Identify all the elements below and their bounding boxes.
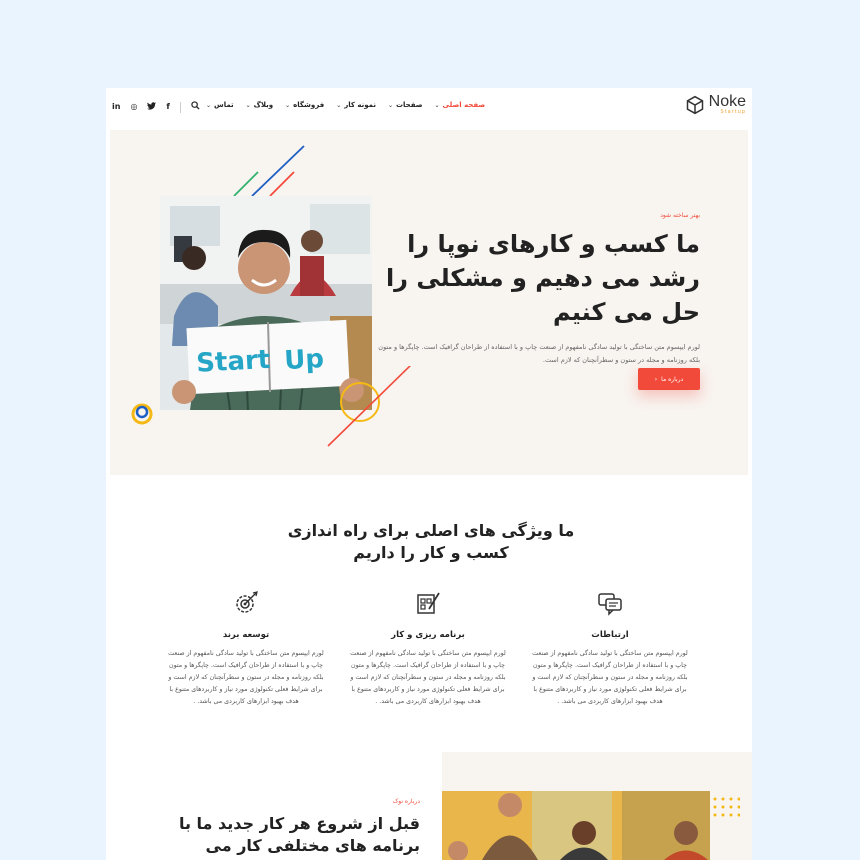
header: in ◎ f صفحه اصلی ⌄ صفحات ⌄ نمونه کار ⌄ فروش… (106, 88, 752, 128)
chevron-down-icon: ⌄ (387, 101, 393, 109)
chat-icon (598, 593, 622, 616)
feature-brand: توسعه برند لورم ایپسوم متن ساختگی با تول… (166, 590, 326, 708)
chevron-down-icon: ⌄ (245, 101, 251, 109)
chevron-down-icon: ⌄ (434, 101, 440, 109)
logo[interactable]: Noke Startup (685, 94, 746, 115)
about-image (442, 791, 710, 860)
nav-blog[interactable]: وبلاگ ⌄ (246, 101, 274, 109)
chevron-down-icon: ⌄ (336, 101, 342, 109)
decor-lines-top (233, 145, 305, 197)
planning-icon (417, 592, 440, 614)
gear-target-icon (236, 591, 258, 613)
feature-text: لورم ایپسوم متن ساختگی با تولید سادگی نا… (350, 650, 506, 705)
main-nav: صفحه اصلی ⌄ صفحات ⌄ نمونه کار ⌄ فروشگاه ⌄ وب… (206, 101, 485, 109)
feature-title: توسعه برند (222, 630, 270, 640)
instagram-icon[interactable]: ◎ (130, 102, 137, 112)
nav-blog-label: وبلاگ (253, 101, 274, 109)
hero-kicker: بهتر ساخته شود (660, 212, 700, 219)
feature-title: برنامه ریزی و کار (391, 630, 465, 640)
hero: Start Up بهتر ساخته شود ما کسب و کارهای … (110, 130, 748, 475)
page: in ◎ f صفحه اصلی ⌄ صفحات ⌄ نمونه کار ⌄ فروش… (106, 88, 752, 860)
linkedin-icon[interactable]: in (112, 102, 120, 112)
feature-communication: ارتباطات لورم ایپسوم متن ساختگی با تولید… (530, 590, 690, 708)
hero-copy: بهتر ساخته شود ما کسب و کارهای نوپا را ر… (370, 212, 700, 367)
nav-portfolio-label: نمونه کار (344, 101, 376, 109)
features-title: ما ویژگی های اصلی برای راه اندازی کسب و … (287, 521, 575, 562)
about-kicker: درباره نوک (392, 798, 420, 805)
nav-pages[interactable]: صفحات ⌄ (388, 101, 423, 109)
about-copy: درباره نوک قبل از شروع هر کار جدید ما با… (166, 798, 420, 860)
about-us-button-label: درباره ما (661, 375, 684, 383)
twitter-icon[interactable] (147, 101, 157, 113)
decor-dots (713, 797, 740, 817)
nav-portfolio[interactable]: نمونه کار ⌄ (336, 101, 376, 109)
decor-shapes (131, 366, 412, 447)
chevron-left-icon: ‹ (654, 375, 658, 383)
nav-contact[interactable]: تماس ⌄ (206, 101, 234, 109)
hero-title: ما کسب و کارهای نوپا را رشد می دهیم و مش… (385, 230, 700, 326)
hero-description: لورم ایپسوم متن ساختگی با تولید سادگی نا… (378, 343, 700, 364)
brand-name: Noke (708, 93, 746, 110)
chevron-down-icon: ⌄ (285, 101, 291, 109)
nav-home-label: صفحه اصلی (442, 101, 486, 109)
logo-wordmark: Noke Startup (708, 93, 746, 116)
divider (179, 101, 181, 113)
facebook-icon[interactable]: f (166, 102, 169, 112)
nav-home[interactable]: صفحه اصلی ⌄ (435, 101, 486, 109)
feature-text: لورم ایپسوم متن ساختگی با تولید سادگی نا… (532, 650, 688, 705)
about-us-button[interactable]: درباره ما‹ (638, 368, 700, 390)
feature-text: لورم ایپسوم متن ساختگی با تولید سادگی نا… (168, 650, 324, 705)
cube-logo-icon (686, 95, 703, 114)
social-links: in ◎ f (112, 101, 200, 113)
search-icon[interactable] (191, 101, 200, 113)
feature-planning: برنامه ریزی و کار لورم ایپسوم متن ساختگی… (348, 590, 508, 708)
about-title: قبل از شروع هر کار جدید ما با برنامه های… (178, 814, 420, 860)
chevron-down-icon: ⌄ (206, 101, 212, 109)
nav-shop-label: فروشگاه (293, 101, 325, 109)
nav-pages-label: صفحات (396, 101, 423, 109)
nav-shop[interactable]: فروشگاه ⌄ (285, 101, 324, 109)
nav-contact-label: تماس (214, 101, 234, 109)
feature-title: ارتباطات (591, 630, 629, 640)
